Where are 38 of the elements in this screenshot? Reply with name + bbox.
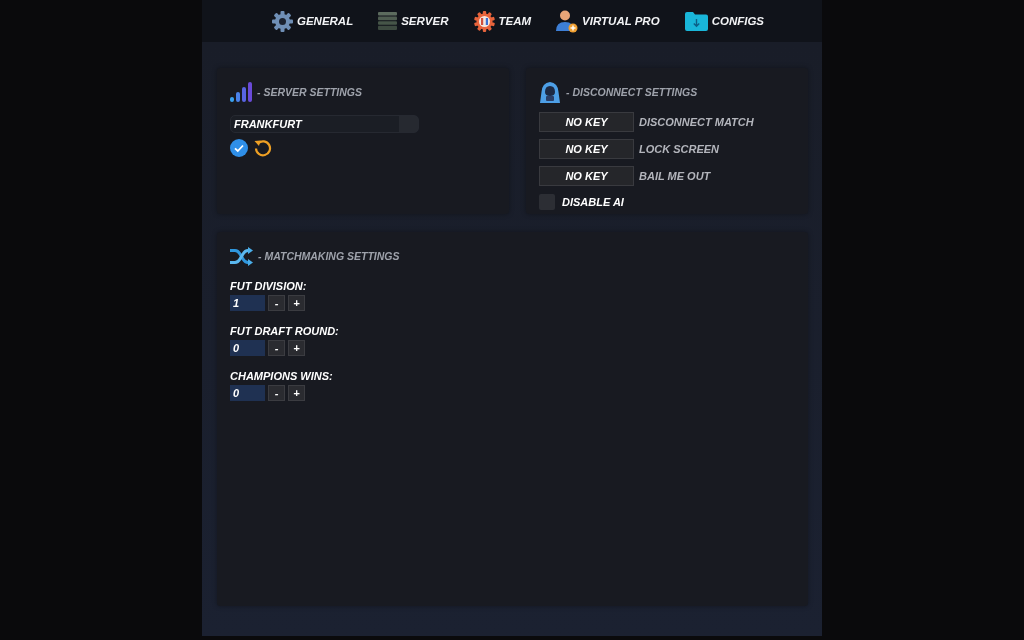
hooded-figure-icon [539, 81, 561, 103]
panel-title: - MATCHMAKING SETTINGS [258, 250, 400, 262]
nav-tab[interactable]: GENERAL [271, 10, 354, 32]
decrement-button[interactable]: - [268, 340, 285, 356]
user-add-icon [556, 9, 579, 33]
field-label: CHAMPIONS WINS: [230, 370, 334, 383]
keybind-button[interactable]: NO KEY [539, 112, 634, 132]
check-icon[interactable] [230, 139, 248, 157]
keybind-button[interactable]: NO KEY [539, 139, 634, 159]
keybind-label: BAIL ME OUT [639, 170, 711, 182]
decrement-button[interactable]: - [268, 385, 285, 401]
server-dropdown[interactable]: FRANKFURT [230, 115, 419, 133]
keybind-button[interactable]: NO KEY [539, 166, 634, 186]
team-gear-icon [473, 10, 495, 32]
decrement-button[interactable]: - [268, 295, 285, 311]
shuffle-icon [230, 246, 253, 266]
panel-title: - SERVER SETTINGS [257, 86, 362, 98]
panel-title: - DISCONNECT SETTINGS [566, 86, 698, 98]
nav-tab[interactable]: VIRTUAL PRO [556, 9, 660, 33]
signal-bars-icon [230, 82, 252, 102]
server-stack-icon [378, 12, 398, 30]
folder-download-icon [684, 11, 708, 31]
increment-button[interactable]: + [288, 385, 305, 401]
refresh-icon[interactable] [254, 139, 272, 157]
field-label: FUT DRAFT ROUND: [230, 325, 340, 338]
number-input[interactable]: 0 [230, 340, 265, 356]
keybind-label: DISCONNECT MATCH [639, 116, 754, 128]
number-input[interactable]: 0 [230, 385, 265, 401]
gear-icon [271, 10, 293, 32]
increment-button[interactable]: + [288, 340, 305, 356]
nav-tab[interactable]: SERVER [378, 12, 449, 30]
nav-tab[interactable]: CONFIGS [684, 11, 764, 31]
nav-tab[interactable]: TEAM [473, 10, 532, 32]
field-label: FUT DIVISION: [230, 280, 308, 293]
keybind-label: LOCK SCREEN [639, 143, 720, 155]
checkbox-label: DISABLE AI [562, 196, 624, 208]
increment-button[interactable]: + [288, 295, 305, 311]
number-input[interactable]: 1 [230, 295, 265, 311]
